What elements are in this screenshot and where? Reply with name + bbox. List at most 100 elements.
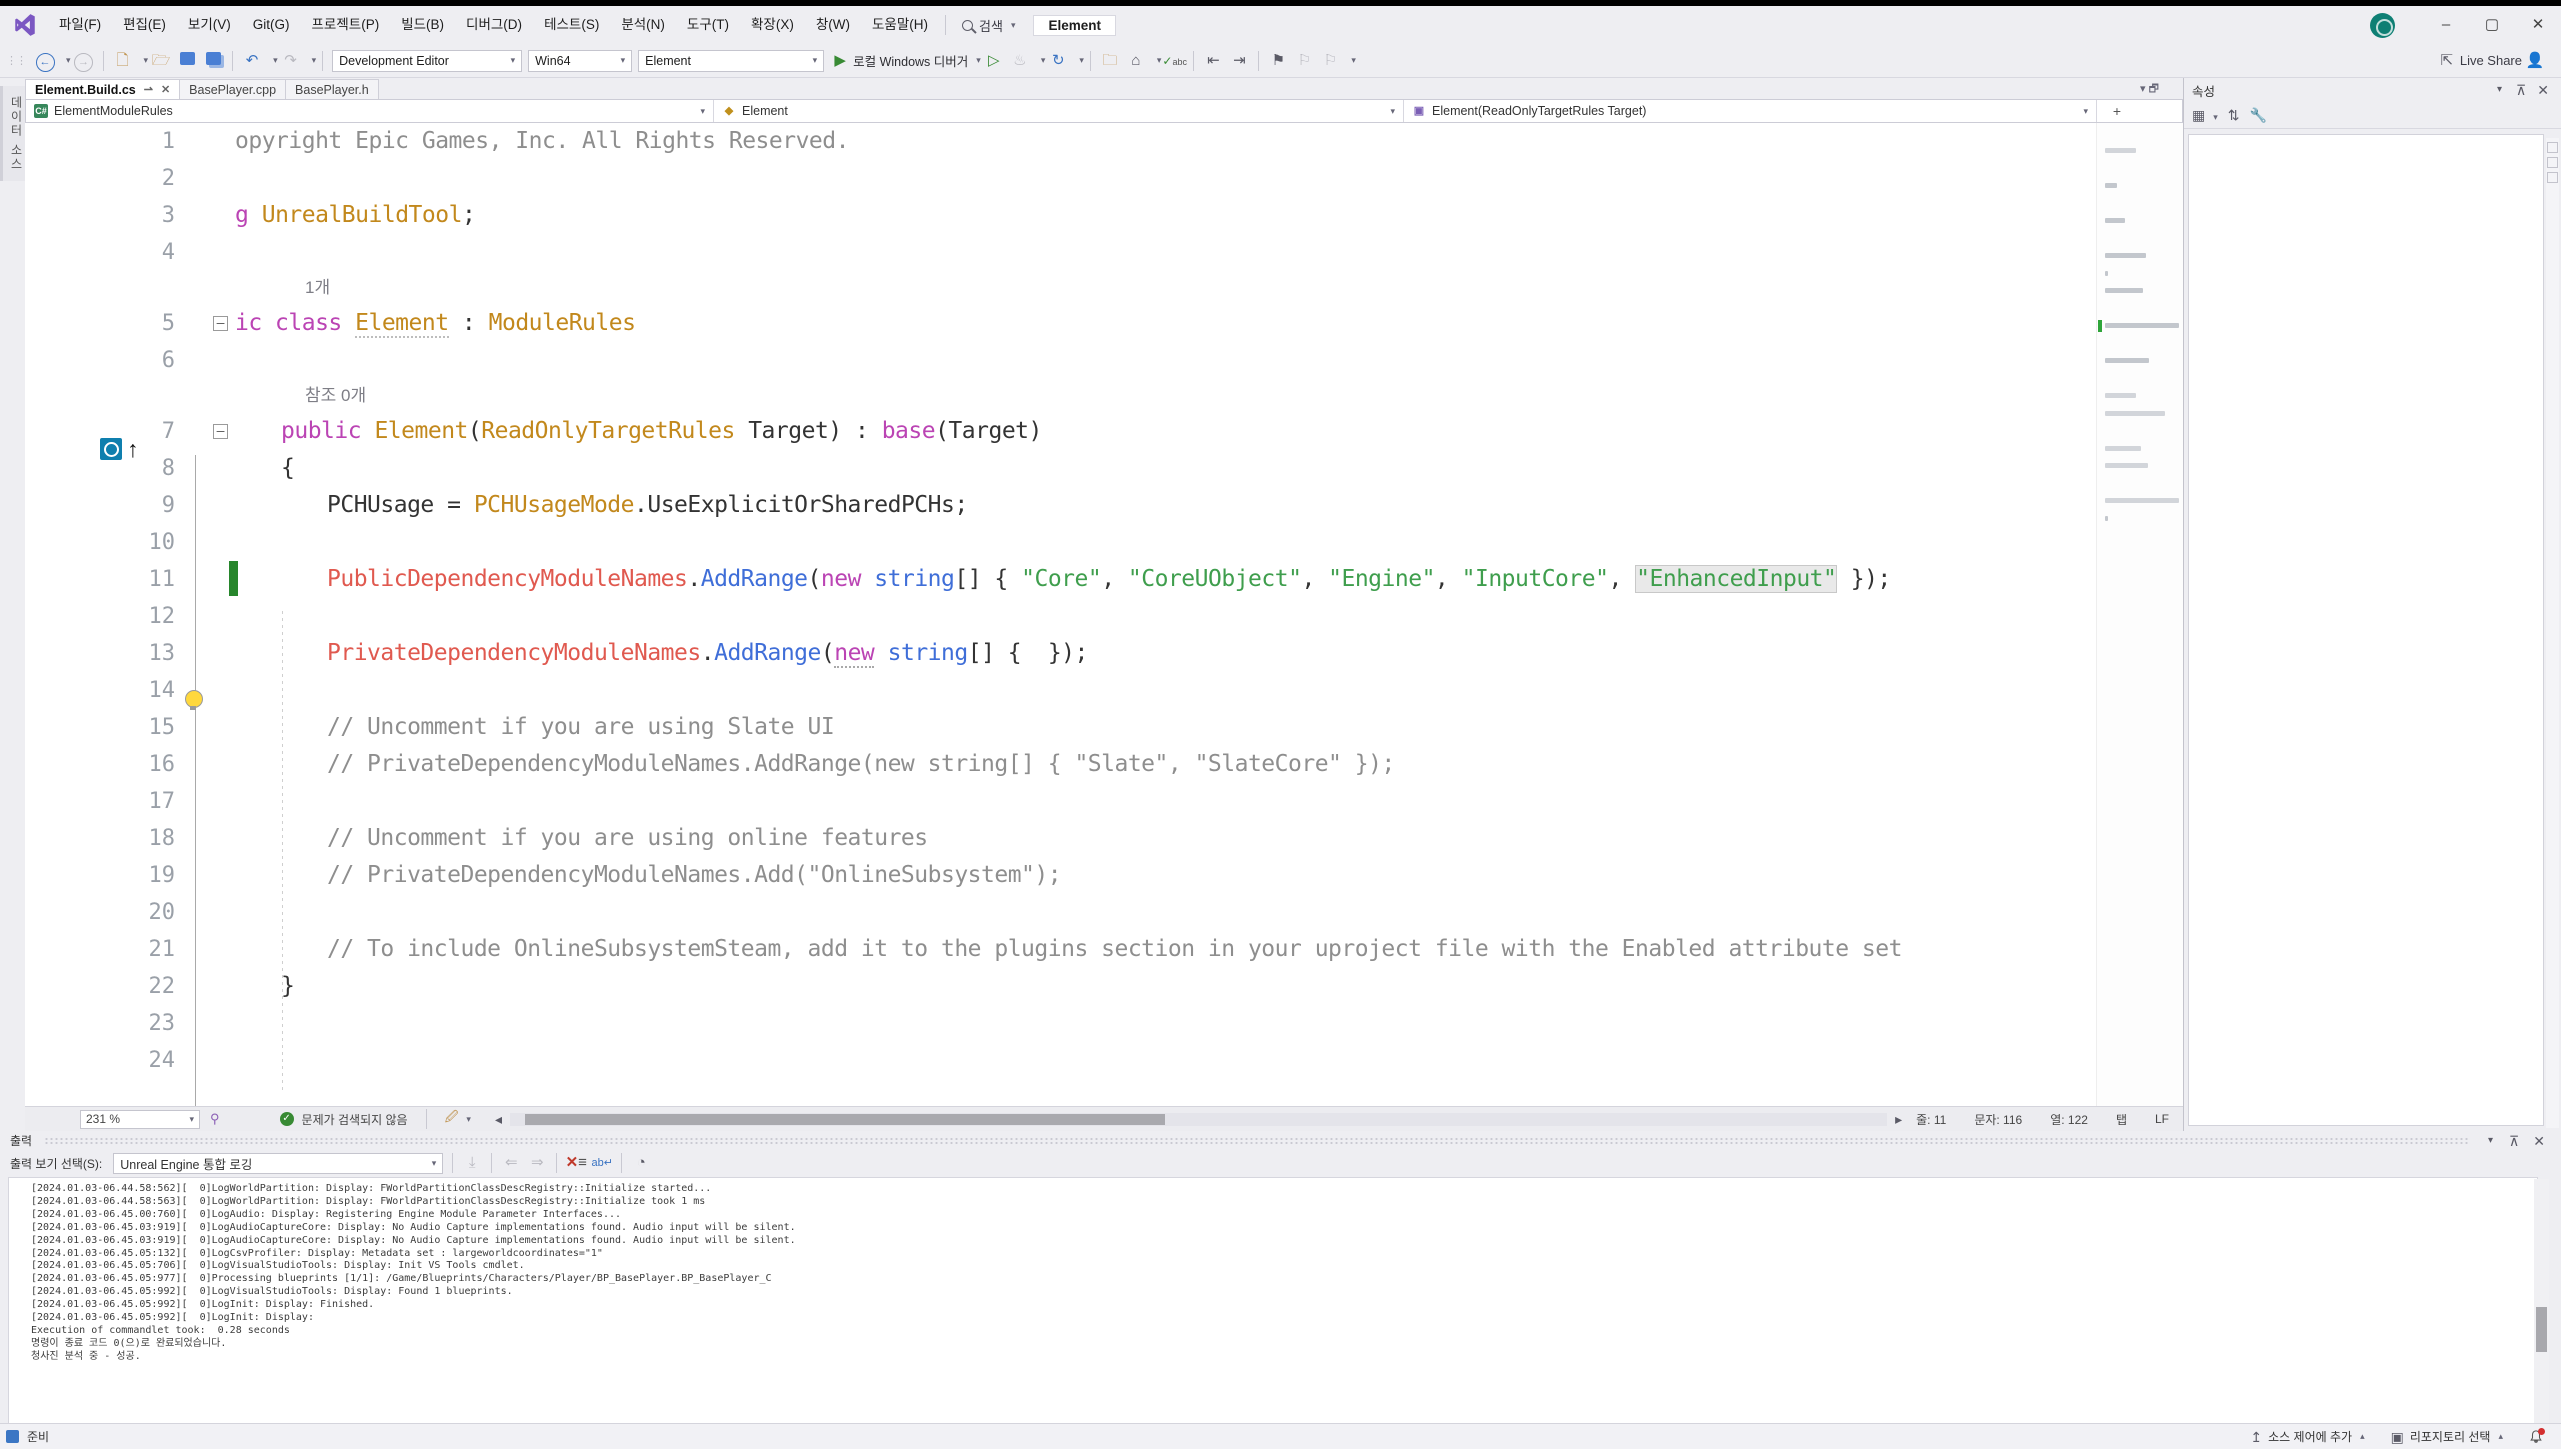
platform-dropdown[interactable]: Win64▾ <box>528 50 632 72</box>
bookmark-button[interactable]: ⚑ <box>1266 49 1290 73</box>
output-scrollbar[interactable] <box>2534 1179 2549 1449</box>
add-to-source-control-button[interactable]: ↥ 소스 제어에 추가 ▴ <box>2250 1428 2364 1445</box>
solution-explorer-button[interactable]: ⌂ <box>1124 49 1148 73</box>
close-icon[interactable]: ✕ <box>2537 83 2549 97</box>
previous-bookmark-button[interactable]: ⚐ <box>1292 49 1316 73</box>
next-message-icon[interactable]: ⇒ <box>525 1151 549 1175</box>
share-icon[interactable]: ⇱ <box>2435 49 2459 73</box>
refresh-button[interactable]: ↻ <box>1046 49 1070 73</box>
horizontal-scrollbar-thumb[interactable] <box>525 1114 1165 1125</box>
menu-item[interactable]: 분석(N) <box>610 11 676 39</box>
close-icon[interactable]: ✕ <box>2533 1134 2545 1148</box>
project-dropdown[interactable]: C# ElementModuleRules▾ <box>26 100 714 122</box>
indent-mode-indicator[interactable]: 탭 <box>2116 1111 2127 1128</box>
open-file-button[interactable]: 🗁 <box>149 49 173 73</box>
quick-actions-lightbulb-icon[interactable] <box>185 690 203 708</box>
zoom-level-dropdown[interactable]: 231 %▾ <box>80 1110 200 1129</box>
select-repository-button[interactable]: ▣ 리포지토리 선택 ▴ <box>2391 1428 2503 1445</box>
codelens-references[interactable]: 1개 <box>305 271 330 305</box>
chevron-down-icon[interactable]: ▾ <box>976 55 981 66</box>
hot-reload-button[interactable]: ♨ <box>1008 49 1032 73</box>
type-dropdown[interactable]: ◆ Element▾ <box>714 100 1404 122</box>
find-in-files-button[interactable]: 🗀 <box>1098 49 1122 73</box>
code-editor[interactable]: 1opyright Epic Games, Inc. All Rights Re… <box>25 123 2183 1106</box>
search-box[interactable]: 검색 ▾ <box>952 16 1025 35</box>
panel-drag-handle[interactable] <box>44 1137 2468 1145</box>
fold-collapse-button[interactable]: – <box>213 316 228 331</box>
chevron-down-icon[interactable]: ▾ <box>1351 55 1356 66</box>
find-message-icon[interactable]: ⤓ <box>460 1151 484 1175</box>
gutter-indicator-icon[interactable] <box>100 438 122 460</box>
properties-grid[interactable] <box>2188 134 2544 1126</box>
menu-item[interactable]: 편집(E) <box>112 11 177 39</box>
start-debugging-button[interactable]: ▶ <box>828 49 852 73</box>
health-status-label[interactable]: 문제가 검색되지 않음 <box>302 1111 408 1128</box>
output-view-dropdown[interactable]: Unreal Engine 통합 로깅▾ <box>113 1153 443 1174</box>
member-dropdown[interactable]: ▣ Element(ReadOnlyTargetRules Target)▾ <box>1404 100 2097 122</box>
eol-indicator[interactable]: LF <box>2155 1112 2169 1126</box>
horizontal-scrollbar[interactable] <box>510 1113 1887 1126</box>
undo-button[interactable]: ↶ <box>240 49 264 73</box>
pin-icon[interactable]: ⊼ <box>2516 83 2526 97</box>
menu-item[interactable]: 디버그(D) <box>455 11 533 39</box>
alphabetical-sort-icon[interactable]: ⇅ <box>2228 108 2240 122</box>
menu-item[interactable]: 파일(F) <box>48 11 112 39</box>
property-pages-icon[interactable]: 🔧 <box>2250 108 2267 122</box>
codelens-references[interactable]: 참조 0개 <box>305 379 366 413</box>
document-tab[interactable]: BasePlayer.cpp <box>179 79 286 99</box>
previous-message-icon[interactable]: ⇐ <box>499 1151 523 1175</box>
menu-item[interactable]: 도움말(H) <box>861 11 939 39</box>
menu-item[interactable]: Git(G) <box>242 11 301 39</box>
close-tab-icon[interactable]: ✕ <box>161 80 170 100</box>
menu-item[interactable]: 확장(X) <box>740 11 805 39</box>
maximize-button[interactable]: ▢ <box>2469 8 2515 42</box>
code-cleanup-icon[interactable]: 🖉 <box>445 1108 459 1130</box>
live-share-label[interactable]: Live Share <box>2460 53 2522 68</box>
next-bookmark-button[interactable]: ⚐ <box>1318 49 1342 73</box>
window-position-icon[interactable]: ▾ <box>2488 1136 2493 1146</box>
data-sources-tab[interactable]: 데이터 소스 <box>0 86 25 181</box>
word-wrap-icon[interactable]: ab↵ <box>590 1151 614 1175</box>
properties-scrollbar[interactable] <box>2546 138 2559 1128</box>
navigate-forward-button[interactable]: → <box>72 49 96 73</box>
startup-project-dropdown[interactable]: Element▾ <box>638 50 824 72</box>
chevron-down-icon[interactable]: ▾ <box>144 55 149 66</box>
menu-item[interactable]: 보기(V) <box>177 11 242 39</box>
notifications-button[interactable] <box>2529 1430 2543 1444</box>
navbar-add-button[interactable]: + <box>2097 100 2137 122</box>
scroll-right-arrow[interactable]: ▸ <box>1895 1112 1902 1126</box>
clear-all-icon[interactable]: ✕≡ <box>564 1151 588 1175</box>
chevron-down-icon[interactable]: ▾ <box>1079 55 1084 66</box>
chevron-down-icon[interactable]: ▾ <box>1041 55 1046 66</box>
tab-list-dropdown-icon[interactable]: ▾ 🗗 <box>2140 80 2159 99</box>
pin-icon[interactable]: ⊼ <box>2509 1134 2519 1148</box>
categorized-view-icon[interactable]: ▦▾ <box>2192 108 2218 122</box>
chevron-down-icon[interactable]: ▾ <box>466 1114 471 1125</box>
output-header[interactable]: 출력 ▾ ⊼ ✕ <box>0 1131 2561 1150</box>
chevron-down-icon[interactable]: ▾ <box>312 55 317 66</box>
menu-item[interactable]: 창(W) <box>805 11 861 39</box>
window-position-icon[interactable]: ▾ <box>2497 85 2502 95</box>
account-avatar[interactable] <box>2370 13 2395 38</box>
editor-info-icon[interactable]: ⚲ <box>210 1111 220 1127</box>
minimap[interactable] <box>2096 123 2184 1106</box>
toolbar-grip[interactable]: ⋮⋮ <box>6 54 26 67</box>
menu-item[interactable]: 도구(T) <box>676 11 740 39</box>
add-user-icon[interactable]: 👤 <box>2523 49 2547 73</box>
chevron-down-icon[interactable]: ▾ <box>1157 55 1162 66</box>
scroll-left-arrow[interactable]: ◂ <box>495 1112 502 1126</box>
new-file-button[interactable]: 🗋 <box>111 49 135 73</box>
indent-decrease-icon[interactable]: ⇤ <box>1201 49 1225 73</box>
timestamp-icon[interactable]: ◔ <box>629 1151 653 1175</box>
output-log[interactable]: [2024.01.03-06.44.58:562][ 0]LogWorldPar… <box>8 1177 2538 1449</box>
pin-tab-icon[interactable]: ⇀ <box>144 80 153 100</box>
document-tab[interactable]: BasePlayer.h <box>285 79 379 99</box>
chevron-down-icon[interactable]: ▾ <box>273 55 278 66</box>
background-tasks-icon[interactable] <box>6 1430 19 1443</box>
redo-button[interactable]: ↷ <box>279 49 303 73</box>
close-button[interactable]: ✕ <box>2515 8 2561 42</box>
menu-item[interactable]: 프로젝트(P) <box>301 11 391 39</box>
minimize-button[interactable]: – <box>2423 8 2469 42</box>
spell-check-button[interactable]: ✓abc <box>1162 49 1186 73</box>
start-without-debugging-button[interactable]: ▷ <box>982 49 1006 73</box>
